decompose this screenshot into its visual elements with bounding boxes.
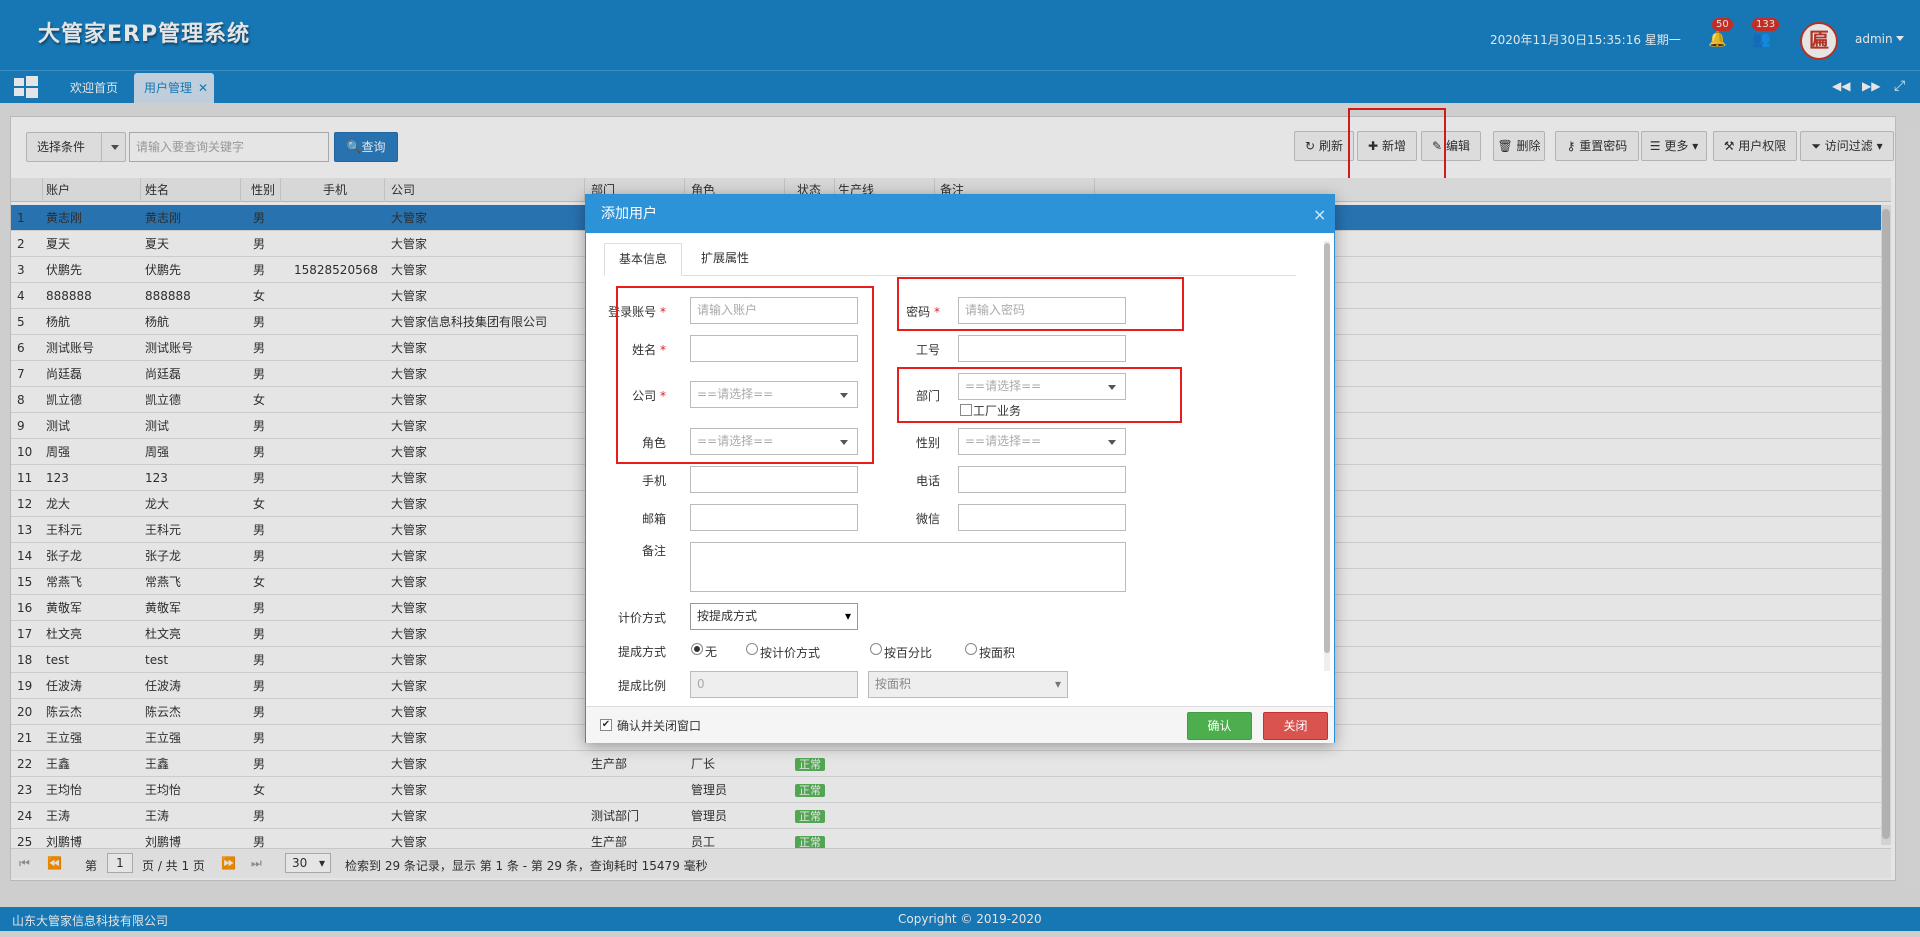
ratio-unit-value: 按面积 xyxy=(875,677,912,691)
commission-radio-area[interactable] xyxy=(965,643,977,655)
highlight-box-password xyxy=(897,277,1184,331)
commission-label: 提成方式 xyxy=(617,645,666,659)
pricing-select[interactable]: 按提成方式 ▾ xyxy=(690,603,858,630)
wechat-input[interactable] xyxy=(958,504,1126,531)
commission-radio-none[interactable] xyxy=(691,643,703,655)
tab-extended[interactable]: 扩展属性 xyxy=(686,243,764,276)
add-user-dialog: 添加用户 × 基本信息 扩展属性 登录账号 * 请输入账户 姓名 * 公司 * … xyxy=(585,194,1335,743)
confirm-button[interactable]: 确认 xyxy=(1187,712,1252,740)
gender-select[interactable]: ==请选择== xyxy=(958,428,1126,455)
dialog-title: 添加用户 xyxy=(586,195,1334,233)
ratio-label: 提成比例 xyxy=(617,679,666,693)
close-button[interactable]: 关闭 xyxy=(1263,712,1328,740)
email-label: 邮箱 xyxy=(641,512,666,526)
commission-area-label: 按面积 xyxy=(979,646,1016,660)
pricing-value: 按提成方式 xyxy=(697,609,758,623)
remark-label: 备注 xyxy=(641,544,666,558)
remark-textarea[interactable] xyxy=(690,542,1126,592)
email-input[interactable] xyxy=(690,504,858,531)
commission-percent-label: 按百分比 xyxy=(884,646,933,660)
mobile-label: 手机 xyxy=(641,474,666,488)
gender-label: 性别 xyxy=(915,436,940,450)
jobno-label: 工号 xyxy=(915,343,940,357)
highlight-box-left xyxy=(616,286,874,464)
commission-radio-percent[interactable] xyxy=(870,643,882,655)
commission-pricing-label: 按计价方式 xyxy=(760,646,821,660)
commission-none-label: 无 xyxy=(705,645,718,659)
highlight-box-department xyxy=(897,367,1182,423)
dialog-scrollbar[interactable] xyxy=(1324,241,1330,671)
pricing-label: 计价方式 xyxy=(617,611,666,625)
close-icon[interactable]: × xyxy=(1313,205,1326,224)
commission-radio-pricing[interactable] xyxy=(746,643,758,655)
ratio-input[interactable]: 0 xyxy=(690,671,858,698)
tab-basic-info[interactable]: 基本信息 xyxy=(604,243,682,276)
confirm-close-label: 确认并关闭窗口 xyxy=(617,719,702,733)
ratio-unit-select[interactable]: 按面积 ▾ xyxy=(868,671,1068,698)
phone-input[interactable] xyxy=(958,466,1126,493)
mobile-input[interactable] xyxy=(690,466,858,493)
dialog-scrollbar-thumb[interactable] xyxy=(1324,243,1330,653)
wechat-label: 微信 xyxy=(915,512,940,526)
jobno-input[interactable] xyxy=(958,335,1126,362)
phone-label: 电话 xyxy=(915,474,940,488)
confirm-close-checkbox[interactable]: ✔ xyxy=(600,719,612,731)
